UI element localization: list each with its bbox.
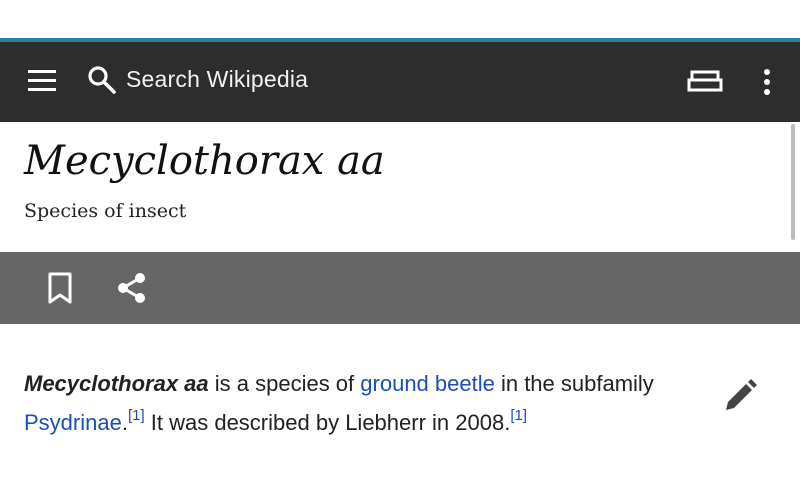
more-vertical-icon — [764, 69, 770, 95]
tabs-icon — [687, 70, 723, 92]
body-text: is a species of — [208, 371, 361, 396]
share-button[interactable] — [114, 270, 150, 306]
article-subject: Mecyclothorax aa — [24, 371, 209, 396]
edit-button[interactable] — [720, 376, 760, 416]
article-lead-paragraph: Mecyclothorax aa is a species of ground … — [24, 364, 704, 442]
article-description: Species of insect — [24, 200, 187, 222]
psydrinae-link[interactable]: Psydrinae — [24, 410, 122, 435]
scrollbar[interactable] — [791, 124, 795, 240]
share-icon — [118, 273, 145, 303]
status-area — [0, 0, 800, 38]
bookmark-button[interactable] — [44, 270, 78, 306]
overflow-menu-button[interactable] — [752, 64, 782, 100]
body-text: It was described by Liebherr in 2008. — [144, 410, 511, 435]
article-title: Mecyclothorax aa — [24, 138, 385, 184]
menu-button[interactable] — [22, 66, 62, 96]
app-toolbar: Search Wikipedia — [0, 42, 800, 122]
search-icon[interactable] — [86, 64, 118, 96]
search-input[interactable]: Search Wikipedia — [126, 66, 646, 93]
body-text: in the subfamily — [494, 371, 654, 396]
article-action-bar — [0, 252, 800, 324]
reference-link[interactable]: [1] — [128, 407, 145, 424]
bookmark-icon — [48, 272, 72, 304]
tabs-button[interactable] — [686, 64, 724, 100]
edit-pencil-icon — [726, 379, 757, 410]
hamburger-menu-icon — [28, 70, 56, 91]
reference-link[interactable]: [1] — [510, 407, 527, 424]
ground-beetle-link[interactable]: ground beetle — [360, 371, 495, 396]
